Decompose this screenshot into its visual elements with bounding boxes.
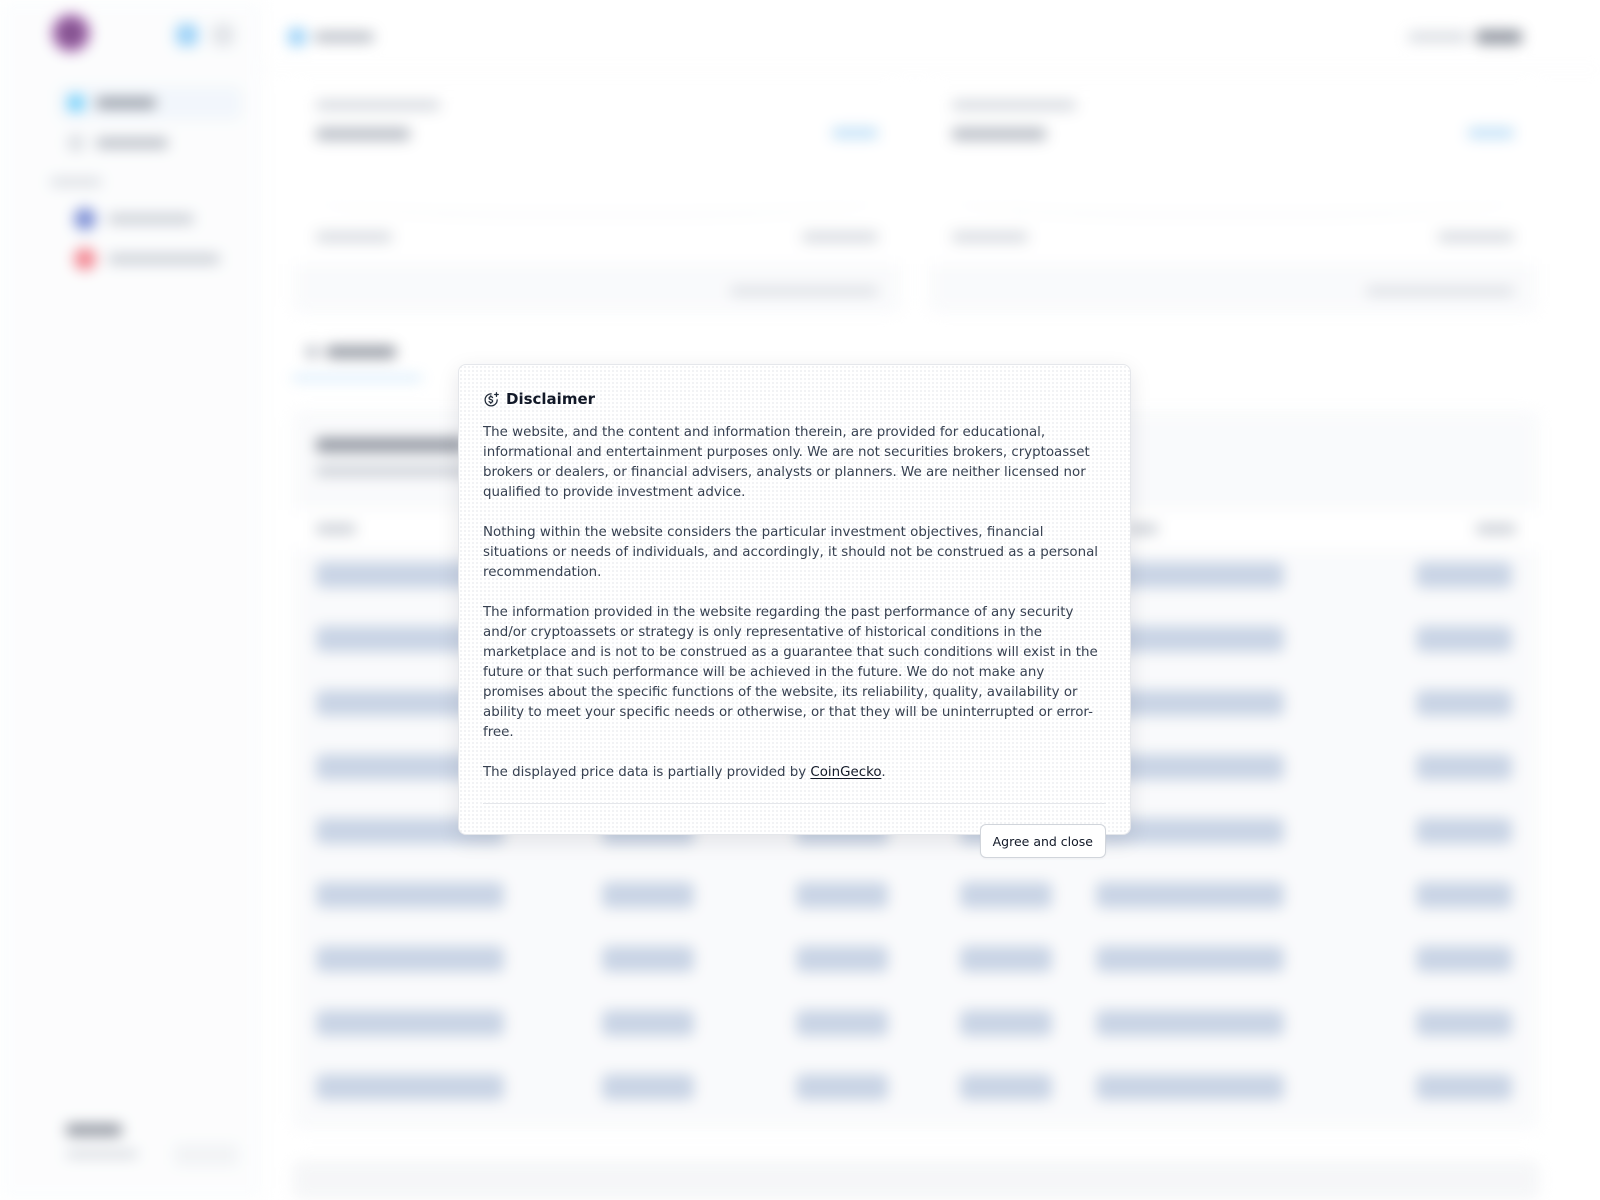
sidebar-item-label [96, 138, 168, 148]
table-cell-placeholder [316, 946, 504, 972]
column-header[interactable] [316, 524, 356, 534]
table-cell-placeholder [960, 946, 1052, 972]
card-value [952, 128, 1046, 140]
footer-subtitle [66, 1150, 138, 1158]
top-bar-value [1476, 30, 1522, 44]
collapse-sidebar-icon[interactable] [176, 24, 198, 46]
sidebar-account-item[interactable] [74, 208, 194, 230]
disclaimer-paragraph: The information provided in the website … [483, 605, 1098, 740]
table-cell-placeholder [602, 882, 694, 908]
table-cell-placeholder [960, 1010, 1052, 1036]
sidebar-section-heading [50, 178, 102, 186]
table-cell-placeholder [602, 1010, 694, 1036]
footer-button[interactable] [174, 1144, 238, 1166]
card-value [316, 128, 410, 140]
table-cell-placeholder [796, 1074, 888, 1100]
table-cell-placeholder [796, 1010, 888, 1036]
table-cell-placeholder [1096, 882, 1284, 908]
table-cell-placeholder [316, 1010, 504, 1036]
column-header[interactable] [1128, 524, 1158, 534]
summary-card-body [292, 86, 902, 264]
sidebar-item-icon [68, 95, 84, 111]
table-title [316, 438, 466, 452]
card-heading [952, 100, 1076, 110]
modal-title: Disclaimer [506, 390, 596, 408]
top-bar-label [1408, 32, 1468, 42]
top-bar [262, 0, 1600, 70]
tab-label [326, 346, 396, 358]
modal-footer: Agree and close [483, 804, 1106, 858]
table-cell-placeholder [1096, 1074, 1284, 1100]
breadcrumb [314, 32, 374, 42]
app-logo [52, 14, 90, 52]
price-note-prefix: The displayed price data is partially pr… [483, 765, 811, 780]
account-label [108, 214, 194, 224]
table-cell-placeholder [1416, 946, 1512, 972]
sidebar-footer [56, 1110, 246, 1180]
card-footer-right [1438, 232, 1514, 242]
card-footer-right [802, 232, 878, 242]
sidebar-account-item[interactable] [74, 248, 220, 270]
table-cell-placeholder [1416, 562, 1512, 588]
price-note-suffix: . [881, 765, 886, 780]
price-data-note: The displayed price data is partially pr… [483, 763, 1106, 783]
card-change [1468, 128, 1514, 138]
table-cell-placeholder [1416, 754, 1512, 780]
column-header[interactable] [1476, 524, 1516, 534]
sidebar [0, 0, 262, 1200]
sidebar-settings-icon[interactable] [212, 24, 234, 46]
account-label [108, 254, 220, 264]
coin-sparkle-icon [483, 391, 500, 408]
table-cell-placeholder [1416, 1074, 1512, 1100]
table-cell-placeholder [602, 946, 694, 972]
table-cell-placeholder [1416, 818, 1512, 844]
table-cell-placeholder [1416, 626, 1512, 652]
coingecko-link[interactable]: CoinGecko [810, 765, 881, 780]
sidebar-item-label [96, 98, 156, 108]
table-cell-placeholder [960, 882, 1052, 908]
table-cell-placeholder [796, 882, 888, 908]
tab-underline [292, 376, 422, 380]
sparkline [316, 176, 878, 216]
card-change [832, 128, 878, 138]
table-cell-placeholder [1096, 946, 1284, 972]
card-footer-left [316, 232, 392, 242]
card-link[interactable] [1366, 286, 1514, 296]
modal-header: Disclaimer [483, 387, 1106, 411]
sidebar-item[interactable] [58, 126, 242, 160]
summary-card-body [928, 86, 1538, 264]
summary-card [292, 86, 902, 314]
card-heading [316, 100, 440, 110]
account-avatar [74, 208, 96, 230]
table-cell-placeholder [1096, 1010, 1284, 1036]
table-cell-placeholder [316, 882, 504, 908]
bottom-panel [292, 1160, 1540, 1200]
table-cell-placeholder [1416, 882, 1512, 908]
disclaimer-modal: Disclaimer The website, and the content … [458, 364, 1131, 858]
table-cell-placeholder [960, 1074, 1052, 1100]
table-cell-placeholder [1416, 1010, 1512, 1036]
footer-title [66, 1124, 122, 1136]
disclaimer-paragraph: The website, and the content and informa… [483, 425, 1090, 500]
table-cell-placeholder [796, 946, 888, 972]
table-cell-placeholder [1416, 690, 1512, 716]
table-cell-placeholder [316, 1074, 504, 1100]
tab-icon [306, 346, 318, 358]
agree-and-close-button[interactable]: Agree and close [979, 824, 1106, 858]
tab-active[interactable] [292, 336, 422, 382]
table-cell-placeholder [602, 1074, 694, 1100]
sidebar-item-icon [68, 135, 84, 151]
breadcrumb-icon [288, 28, 306, 46]
account-avatar [74, 248, 96, 270]
card-footer-left [952, 232, 1028, 242]
disclaimer-paragraph: Nothing within the website considers the… [483, 525, 1099, 580]
summary-card [928, 86, 1538, 314]
card-link[interactable] [730, 286, 878, 296]
sidebar-item-active[interactable] [58, 86, 242, 120]
modal-body: The website, and the content and informa… [483, 423, 1106, 783]
sparkline [952, 176, 1514, 216]
